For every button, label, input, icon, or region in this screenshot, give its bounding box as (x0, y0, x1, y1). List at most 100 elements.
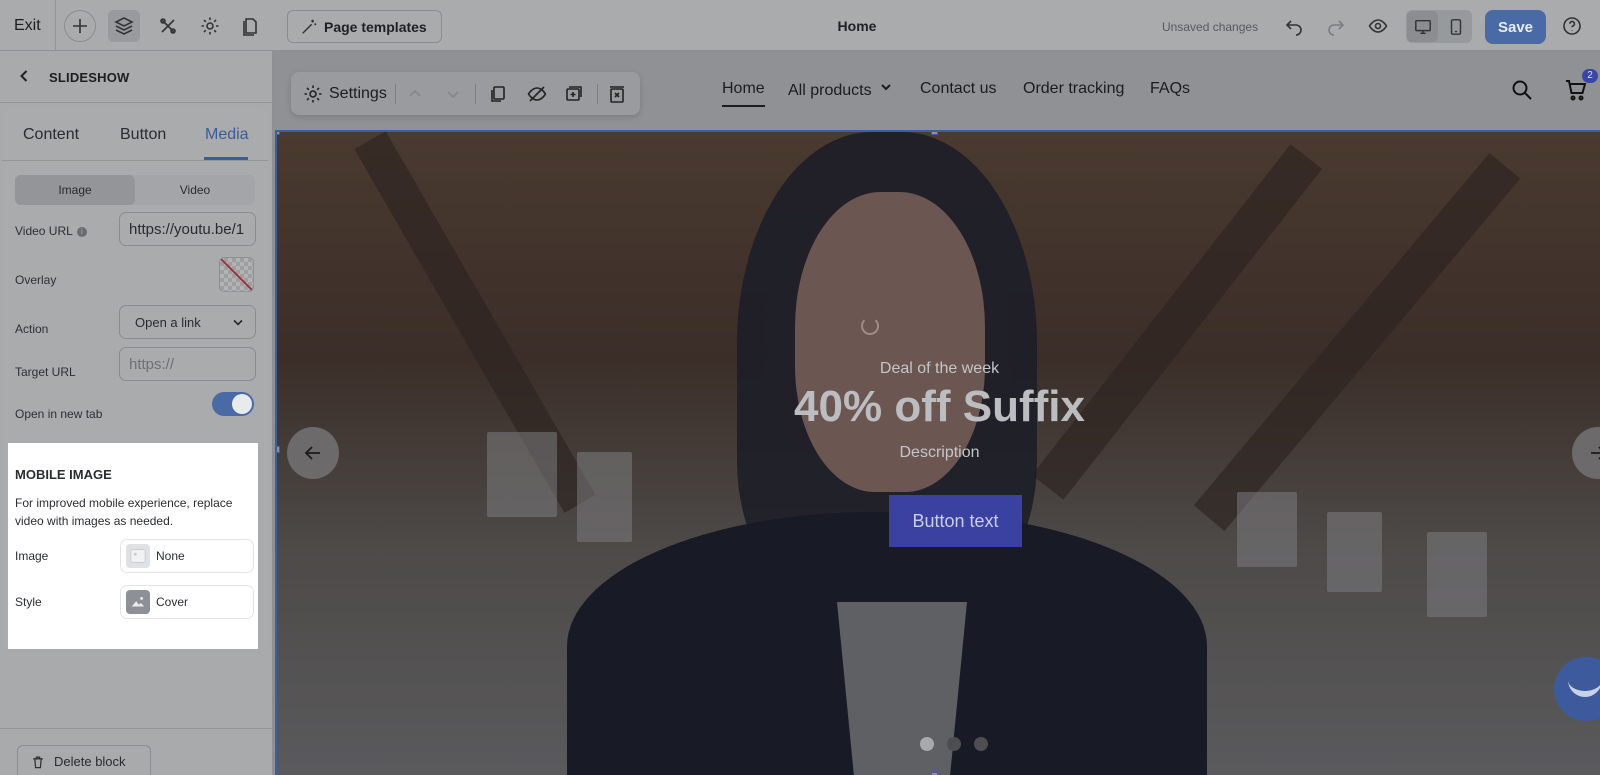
search-icon (1512, 80, 1532, 100)
toolbar-divider (55, 0, 56, 51)
back-button[interactable] (14, 66, 34, 86)
tab-content[interactable]: Content (23, 126, 79, 144)
preview-button[interactable] (1362, 10, 1394, 42)
chevron-up-icon (409, 89, 421, 97)
resize-handle[interactable] (277, 446, 280, 453)
media-type-video[interactable]: Video (135, 175, 255, 205)
toolbar-separator (475, 84, 476, 104)
style-label: Style (15, 595, 42, 609)
previous-slide-button[interactable] (287, 427, 339, 479)
action-select[interactable]: Open a link (119, 305, 256, 339)
nav-link-all-products-label: All products (788, 82, 872, 99)
move-up-button[interactable] (405, 84, 425, 104)
image-style-icon (126, 590, 150, 614)
page-templates-label: Page templates (324, 18, 427, 35)
redo-button[interactable] (1320, 10, 1352, 42)
desktop-view-button[interactable] (1407, 11, 1438, 42)
slide-dot-1[interactable] (920, 737, 934, 751)
background-window (577, 452, 632, 542)
media-type-toggle: Image Video (15, 175, 255, 205)
slideshow-section[interactable]: Deal of the week 40% off Suffix Descript… (275, 130, 1600, 775)
mobile-view-button[interactable] (1440, 11, 1471, 42)
tab-media[interactable]: Media (205, 126, 249, 144)
arrow-left-icon (304, 446, 320, 460)
block-settings-button[interactable] (303, 84, 323, 104)
media-type-image[interactable]: Image (15, 175, 135, 205)
tools-icon (160, 18, 176, 34)
unsaved-status: Unsaved changes (1162, 20, 1259, 34)
settings-button[interactable] (194, 10, 226, 42)
action-label: Action (15, 322, 49, 336)
device-switcher (1406, 10, 1472, 43)
slide-dot-2[interactable] (947, 737, 961, 751)
page-templates-button[interactable]: Page templates (287, 10, 442, 43)
nav-link-faqs[interactable]: FAQs (1150, 80, 1190, 98)
style-value: Cover (156, 595, 189, 609)
chevron-down-icon (233, 319, 243, 326)
mobile-icon (1450, 18, 1461, 35)
image-placeholder-icon (126, 544, 150, 568)
mobile-image-picker[interactable]: None (120, 539, 254, 573)
chevron-left-icon (20, 70, 28, 82)
resize-handle[interactable] (277, 132, 280, 135)
delete-button[interactable] (607, 84, 627, 104)
editor-toolbar: Exit Page templates Home Unsaved changes… (0, 0, 1600, 51)
move-down-button[interactable] (443, 84, 463, 104)
add-section-button[interactable] (64, 10, 96, 42)
eye-icon (1368, 19, 1388, 33)
gear-icon (304, 85, 322, 103)
chevron-down-icon (447, 91, 459, 99)
arrow-right-icon (1591, 446, 1600, 460)
target-url-input[interactable]: https:// (119, 347, 256, 381)
gear-icon (201, 17, 219, 35)
info-icon[interactable]: i (76, 227, 87, 237)
nav-link-contact-us[interactable]: Contact us (920, 80, 996, 98)
slide-pagination (920, 737, 988, 751)
pages-button[interactable] (234, 10, 266, 42)
hide-button[interactable] (527, 84, 547, 104)
add-block-icon (566, 86, 582, 101)
slide-dot-3[interactable] (974, 737, 988, 751)
tab-button[interactable]: Button (120, 126, 166, 144)
background-window (1427, 532, 1487, 617)
redo-icon (1328, 20, 1345, 36)
mobile-image-description: For improved mobile experience, replace … (15, 496, 233, 528)
undo-icon (1285, 20, 1302, 36)
nav-link-order-tracking[interactable]: Order tracking (1023, 80, 1124, 98)
mobile-image-label: Image (15, 549, 49, 563)
video-url-label: Video URL i (15, 224, 87, 238)
delete-block-button[interactable]: Delete block (17, 745, 151, 775)
open-new-tab-toggle[interactable] (212, 392, 254, 416)
duplicate-button[interactable] (488, 84, 508, 104)
panel-header: SLIDESHOW (0, 51, 273, 103)
search-button[interactable] (1510, 78, 1534, 102)
duplicate-icon (491, 86, 505, 102)
save-button[interactable]: Save (1485, 10, 1546, 44)
resize-handle[interactable] (931, 132, 938, 135)
delete-icon (610, 86, 624, 103)
slide-cta-button[interactable]: Button text (889, 495, 1022, 547)
slide-title: 40% off Suffix (794, 382, 1085, 431)
nav-link-all-products[interactable]: All products (788, 80, 892, 100)
cart-count-badge: 2 (1582, 69, 1598, 83)
plus-icon (73, 19, 87, 33)
open-new-tab-label: Open in new tab (15, 407, 103, 421)
action-select-value: Open a link (135, 314, 201, 330)
layers-button[interactable] (108, 10, 140, 42)
exit-button[interactable]: Exit (14, 17, 41, 35)
undo-button[interactable] (1278, 10, 1310, 42)
block-settings-label[interactable]: Settings (329, 85, 387, 103)
overlay-color-picker[interactable] (219, 257, 254, 292)
video-url-label-text: Video URL (15, 224, 73, 238)
slide-eyebrow: Deal of the week (879, 360, 1000, 377)
video-url-input[interactable]: https://youtu.be/1 (119, 212, 256, 246)
block-toolbar: Settings (291, 72, 640, 115)
nav-link-home[interactable]: Home (722, 80, 765, 107)
style-picker[interactable]: Cover (120, 585, 254, 619)
panel-footer-divider (0, 728, 273, 729)
eye-off-icon (527, 86, 547, 102)
theme-tools-button[interactable] (152, 10, 184, 42)
add-block-button[interactable] (565, 84, 585, 104)
settings-tabs: Content Button Media (2, 109, 268, 161)
help-button[interactable] (1556, 10, 1588, 42)
